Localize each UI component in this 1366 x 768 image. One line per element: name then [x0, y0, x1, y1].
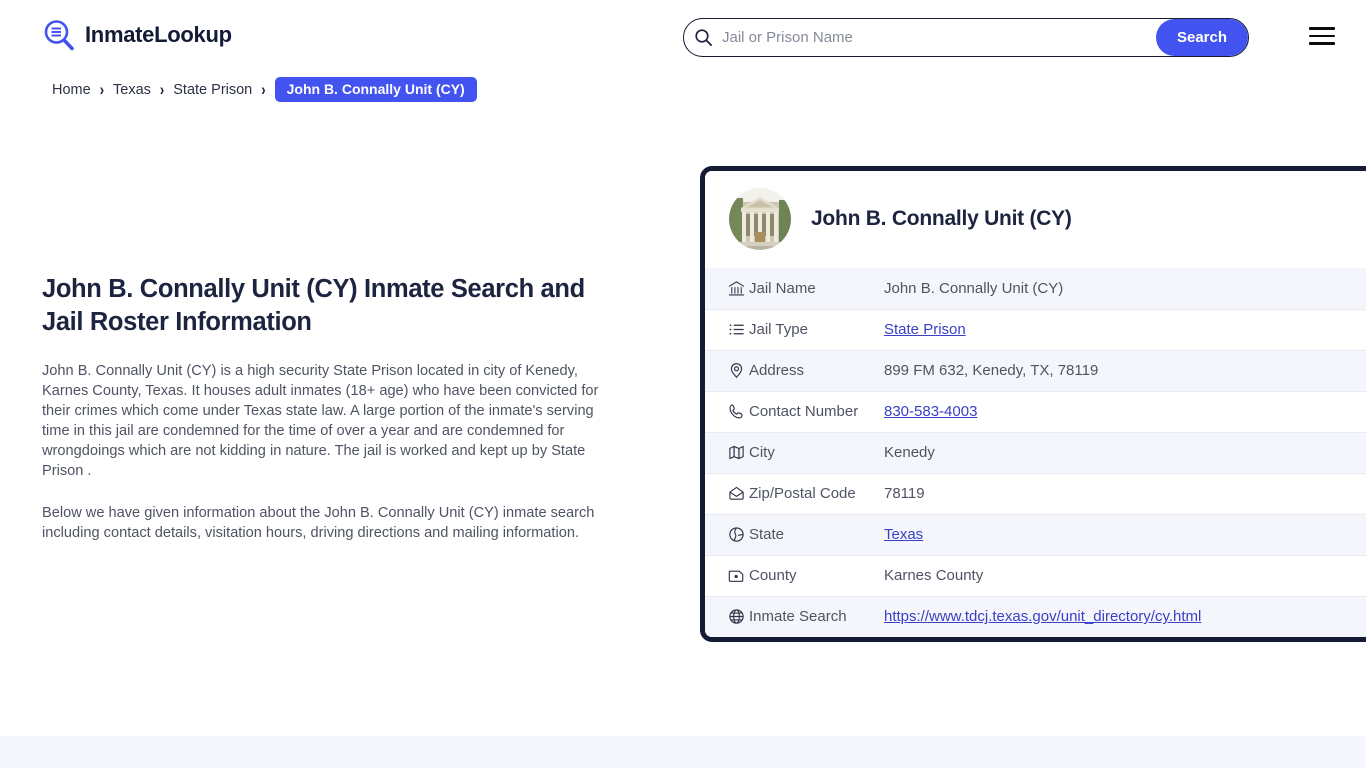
- row-label: Zip/Postal Code: [749, 473, 884, 514]
- inmate-search-link[interactable]: https://www.tdcj.texas.gov/unit_director…: [884, 608, 1201, 625]
- search-input[interactable]: [713, 19, 1156, 56]
- table-row: City Kenedy: [705, 432, 1366, 473]
- table-row: Zip/Postal Code 78119: [705, 473, 1366, 514]
- magnifier-list-icon: [42, 18, 76, 52]
- search-icon: [694, 28, 713, 47]
- row-label: Jail Name: [749, 268, 884, 309]
- hamburger-bar: [1309, 27, 1335, 30]
- description-paragraph-1: John B. Connally Unit (CY) is a high sec…: [42, 361, 617, 481]
- contact-number-link[interactable]: 830-583-4003: [884, 403, 977, 420]
- county-map-icon: [705, 555, 749, 596]
- row-value: https://www.tdcj.texas.gov/unit_director…: [884, 596, 1366, 637]
- row-value: John B. Connally Unit (CY): [884, 268, 1366, 309]
- row-label: City: [749, 432, 884, 473]
- map-pin-icon: [705, 350, 749, 391]
- breadcrumb-item-current: John B. Connally Unit (CY): [275, 77, 477, 102]
- row-value: Kenedy: [884, 432, 1366, 473]
- breadcrumb-item-texas[interactable]: Texas: [113, 82, 151, 98]
- row-label: State: [749, 514, 884, 555]
- row-label: Contact Number: [749, 391, 884, 432]
- facility-card-header: John B. Connally Unit (CY): [705, 171, 1366, 268]
- chevron-right-icon: ›: [261, 80, 265, 99]
- envelope-icon: [705, 473, 749, 514]
- footer-section: [0, 736, 1366, 768]
- search-bar[interactable]: Search: [683, 18, 1249, 57]
- table-row: County Karnes County: [705, 555, 1366, 596]
- row-value: 899 FM 632, Kenedy, TX, 78119: [884, 350, 1366, 391]
- breadcrumb: Home › Texas › State Prison › John B. Co…: [52, 77, 477, 102]
- courthouse-building-photo: [729, 188, 791, 250]
- row-label: Jail Type: [749, 309, 884, 350]
- row-value: 830-583-4003: [884, 391, 1366, 432]
- globe-icon: [705, 596, 749, 637]
- main-content-column: John B. Connally Unit (CY) Inmate Search…: [42, 273, 617, 543]
- hamburger-menu-icon[interactable]: [1309, 26, 1335, 46]
- table-row: Jail Name John B. Connally Unit (CY): [705, 268, 1366, 309]
- row-value: State Prison: [884, 309, 1366, 350]
- facility-info-card: John B. Connally Unit (CY) Jail Name Joh…: [700, 166, 1366, 642]
- jail-type-link[interactable]: State Prison: [884, 321, 966, 338]
- chevron-right-icon: ›: [160, 80, 164, 99]
- row-value: Texas: [884, 514, 1366, 555]
- hamburger-bar: [1309, 42, 1335, 45]
- page-title: John B. Connally Unit (CY) Inmate Search…: [42, 273, 617, 339]
- globe-pin-icon: [705, 514, 749, 555]
- facility-details-table: Jail Name John B. Connally Unit (CY) Jai…: [705, 268, 1366, 637]
- row-label: Address: [749, 350, 884, 391]
- row-label: County: [749, 555, 884, 596]
- brand-name: InmateLookup: [85, 24, 232, 46]
- site-header: InmateLookup Search: [0, 0, 1366, 74]
- map-icon: [705, 432, 749, 473]
- row-label: Inmate Search: [749, 596, 884, 637]
- facility-card-title: John B. Connally Unit (CY): [811, 207, 1072, 231]
- breadcrumb-item-home[interactable]: Home: [52, 82, 91, 98]
- chevron-right-icon: ›: [100, 80, 104, 99]
- bank-building-icon: [705, 268, 749, 309]
- row-value: 78119: [884, 473, 1366, 514]
- table-row: Contact Number 830-583-4003: [705, 391, 1366, 432]
- breadcrumb-item-state-prison[interactable]: State Prison: [173, 82, 252, 98]
- description-paragraph-2: Below we have given information about th…: [42, 503, 617, 543]
- hamburger-bar: [1309, 35, 1335, 38]
- table-row: Jail Type State Prison: [705, 309, 1366, 350]
- table-row: Address 899 FM 632, Kenedy, TX, 78119: [705, 350, 1366, 391]
- list-icon: [705, 309, 749, 350]
- table-row: State Texas: [705, 514, 1366, 555]
- search-button[interactable]: Search: [1156, 19, 1248, 56]
- brand-logo-link[interactable]: InmateLookup: [42, 18, 232, 52]
- state-link[interactable]: Texas: [884, 526, 923, 543]
- table-row: Inmate Search https://www.tdcj.texas.gov…: [705, 596, 1366, 637]
- row-value: Karnes County: [884, 555, 1366, 596]
- phone-icon: [705, 391, 749, 432]
